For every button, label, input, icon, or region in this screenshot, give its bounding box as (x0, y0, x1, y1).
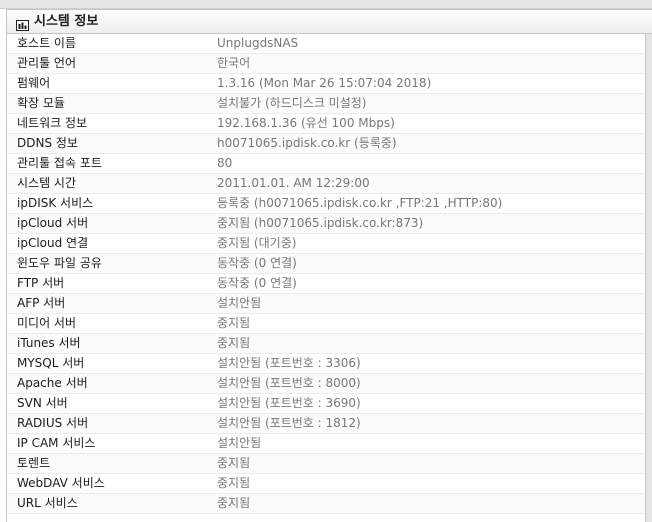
table-row: 윈도우 파일 공유 동작중 (0 연결) (7, 254, 645, 274)
row-value: 80 (217, 156, 233, 170)
row-value: 동작중 (0 연결) (217, 276, 297, 290)
row-value: 설치안됨 (포트번호 : 1812) (217, 416, 361, 430)
row-label: iTunes 서버 (17, 336, 81, 350)
table-row: 펌웨어 1.3.16 (Mon Mar 26 15:07:04 2018) (7, 74, 645, 94)
row-value: 중지됨 (h0071065.ipdisk.co.kr:873) (217, 216, 424, 230)
table-row: 토렌트 중지됨 (7, 454, 645, 474)
table-row: IP CAM 서비스 설치안됨 (7, 434, 645, 454)
table-row: DDNS 정보 h0071065.ipdisk.co.kr (등록중) (7, 134, 645, 154)
row-value: 등록중 (h0071065.ipdisk.co.kr ,FTP:21 ,HTTP… (217, 196, 503, 210)
table-row: 관리툴 언어 한국어 (7, 54, 645, 74)
panel-title-bar: 시스템 정보 (6, 9, 652, 34)
top-strip (0, 0, 652, 9)
row-label: DDNS 정보 (17, 136, 78, 150)
row-value: 설치안됨 (217, 296, 262, 310)
row-label: 관리툴 접속 포트 (17, 156, 102, 170)
row-label: 윈도우 파일 공유 (17, 256, 102, 270)
row-label: SVN 서버 (17, 396, 68, 410)
table-row: ipCloud 서버 중지됨 (h0071065.ipdisk.co.kr:873… (7, 214, 645, 234)
table-row: RADIUS 서버 설치안됨 (포트번호 : 1812) (7, 414, 645, 434)
row-label: 토렌트 (17, 456, 51, 470)
row-value: 설치안됨 (포트번호 : 3690) (217, 396, 361, 410)
row-label: 미디어 서버 (17, 316, 77, 330)
table-row: URL 서비스 중지됨 (7, 494, 645, 514)
row-value: 설치안됨 (217, 436, 262, 450)
row-label: FTP 서버 (17, 276, 65, 290)
row-label: 확장 모듈 (17, 96, 65, 110)
row-label: WebDAV 서비스 (17, 476, 105, 490)
row-label: 호스트 이름 (17, 36, 77, 50)
table-row: 시스템 시간 2011.01.01. AM 12:29:00 (7, 174, 645, 194)
table-row: 관리툴 접속 포트 80 (7, 154, 645, 174)
table-row: 네트워크 정보 192.168.1.36 (유선 100 Mbps) (7, 114, 645, 134)
row-label: Apache 서버 (17, 376, 88, 390)
table-row: iTunes 서버 중지됨 (7, 334, 645, 354)
panel-title: 시스템 정보 (34, 14, 99, 29)
row-label: RADIUS 서버 (17, 416, 89, 430)
row-value: 설치안됨 (포트번호 : 3306) (217, 356, 361, 370)
row-value: 2011.01.01. AM 12:29:00 (217, 176, 370, 190)
row-label: 시스템 시간 (17, 176, 77, 190)
table-row: SVN 서버 설치안됨 (포트번호 : 3690) (7, 394, 645, 414)
table-row: Apache 서버 설치안됨 (포트번호 : 8000) (7, 374, 645, 394)
row-label: ipDISK 서비스 (17, 196, 94, 210)
row-value: 중지됨 (217, 336, 251, 350)
table-row: ipDISK 서비스 등록중 (h0071065.ipdisk.co.kr ,FT… (7, 194, 645, 214)
table-row: 미디어 서버 중지됨 (7, 314, 645, 334)
row-label: 관리툴 언어 (17, 56, 77, 70)
row-label: MYSQL 서버 (17, 356, 85, 370)
row-value: 중지됨 (217, 456, 251, 470)
row-label: URL 서비스 (17, 496, 78, 510)
table-row: ipCloud 연결 중지됨 (대기중) (7, 234, 645, 254)
row-value: 한국어 (217, 56, 251, 70)
row-label: 펌웨어 (17, 76, 51, 90)
table-row: 확장 모듈 설치불가 (하드디스크 미설정) (7, 94, 645, 114)
right-gutter (646, 34, 652, 522)
row-value: 1.3.16 (Mon Mar 26 15:07:04 2018) (217, 76, 432, 90)
row-value: 중지됨 (217, 496, 251, 510)
row-label: IP CAM 서비스 (17, 436, 96, 450)
row-value: 동작중 (0 연결) (217, 256, 297, 270)
table-row: WebDAV 서비스 중지됨 (7, 474, 645, 494)
table-row: 호스트 이름 UnplugdsNAS (7, 34, 645, 54)
row-value: 중지됨 (대기중) (217, 236, 297, 250)
table-row: AFP 서버 설치안됨 (7, 294, 645, 314)
row-value: 중지됨 (217, 476, 251, 490)
system-info-table: 호스트 이름 UnplugdsNAS 관리툴 언어 한국어펌웨어 1.3.16 (Mon… (6, 34, 646, 522)
row-value: 192.168.1.36 (유선 100 Mbps) (217, 116, 395, 130)
row-label: ipCloud 서버 (17, 216, 89, 230)
system-info-window: 시스템 정보 호스트 이름 UnplugdsNAS 관리툴 언어 한국어펌웨어 1.3.… (0, 0, 652, 522)
row-label: 네트워크 정보 (17, 116, 88, 130)
row-label: AFP 서버 (17, 296, 66, 310)
table-row: MYSQL 서버 설치안됨 (포트번호 : 3306) (7, 354, 645, 374)
row-label: ipCloud 연결 (17, 236, 89, 250)
row-value: UnplugdsNAS (217, 36, 299, 50)
bar-chart-icon (16, 16, 29, 31)
row-value: h0071065.ipdisk.co.kr (등록중) (217, 136, 397, 150)
row-value: 설치안됨 (포트번호 : 8000) (217, 376, 361, 390)
row-value: 중지됨 (217, 316, 251, 330)
table-row: FTP 서버 동작중 (0 연결) (7, 274, 645, 294)
row-value: 설치불가 (하드디스크 미설정) (217, 96, 367, 110)
